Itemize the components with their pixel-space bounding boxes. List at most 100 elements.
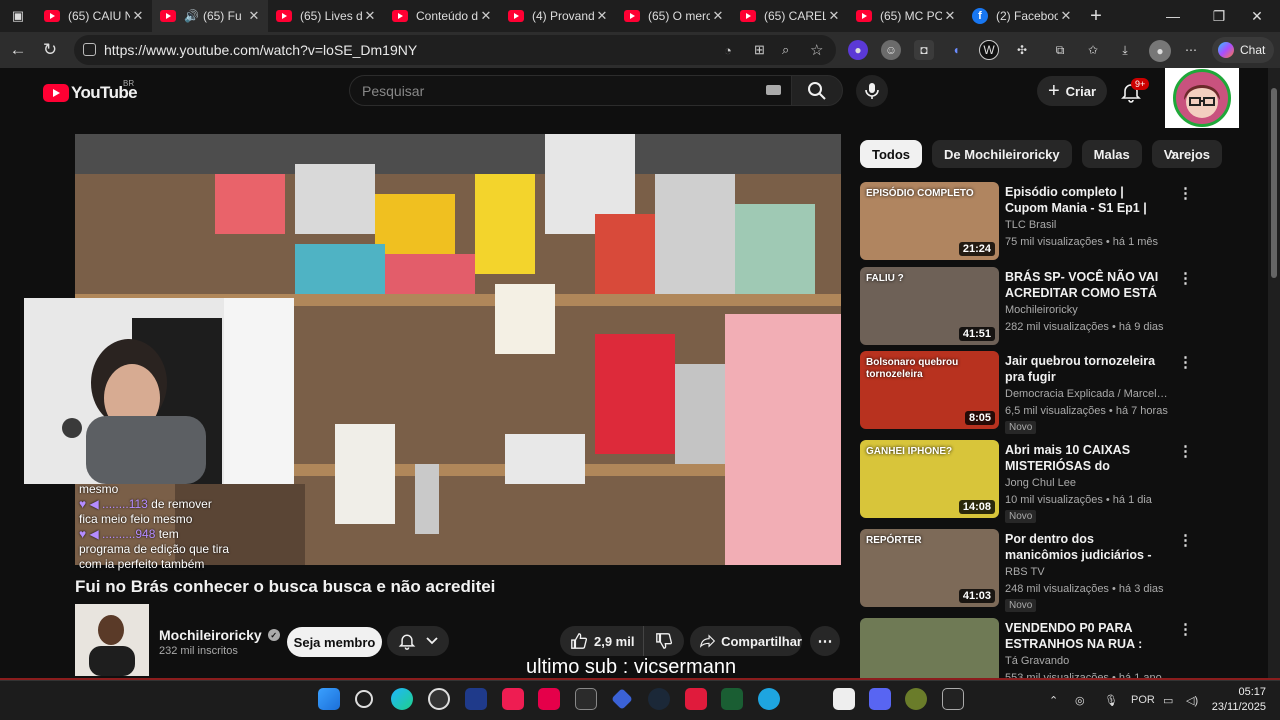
search-input[interactable]: Pesquisar [349, 75, 791, 106]
excel-icon[interactable] [721, 688, 743, 710]
filter-chip[interactable]: De Mochileiroricky [932, 140, 1072, 168]
close-tab-icon[interactable]: ✕ [478, 8, 494, 24]
recommended-video[interactable]: Bolsonaro quebrou tornozeleira 8:05 Jair q… [860, 351, 1193, 434]
browser-tab[interactable]: (4) Provand ✕ [500, 0, 616, 32]
recommended-channel[interactable]: TLC Brasil [1005, 219, 1170, 231]
kebab-menu-icon[interactable]: ⋮ [1178, 442, 1193, 460]
like-button[interactable]: 2,9 mil [560, 626, 644, 656]
capcut-icon[interactable] [833, 688, 855, 710]
system-clock[interactable]: 05:17 23/11/2025 [1210, 685, 1266, 715]
minimize-button[interactable]: — [1150, 0, 1196, 32]
close-window-button[interactable]: ✕ [1234, 0, 1280, 32]
recommended-channel[interactable]: RBS TV [1005, 566, 1170, 578]
recommended-channel[interactable]: Tá Gravando [1005, 655, 1170, 667]
site-info-icon[interactable] [83, 43, 96, 56]
search-button[interactable] [791, 75, 843, 106]
recommended-video-title[interactable]: Abri mais 10 CAIXAS MISTERIÓSAS do Shopp… [1005, 442, 1170, 474]
close-tab-icon[interactable]: ✕ [1058, 8, 1074, 24]
back-button[interactable]: ← [2, 34, 34, 66]
close-tab-icon[interactable]: ✕ [246, 8, 262, 24]
extensions-puzzle-icon[interactable]: ✣ [1012, 40, 1032, 60]
video-thumbnail[interactable]: REPÓRTER 41:03 [860, 529, 999, 607]
kebab-menu-icon[interactable]: ⋮ [1178, 353, 1193, 371]
youtube-music-icon[interactable] [685, 688, 707, 710]
recommended-video-title[interactable]: VENDENDO P0 PARA ESTRANHOS NA RUA : MAND… [1005, 620, 1170, 652]
recommended-video[interactable]: GANHEI IPHONE? 14:08 Abri mais 10 CAIXAS M… [860, 440, 1193, 523]
share-button[interactable]: Compartilhar [690, 626, 802, 656]
tiktok-icon[interactable] [502, 688, 524, 710]
recommended-video-title[interactable]: Por dentro dos manicômios judiciários - … [1005, 531, 1170, 563]
windows-start-icon[interactable] [318, 688, 340, 710]
join-membership-button[interactable]: Seja membro [287, 627, 382, 657]
app-c-icon[interactable] [758, 688, 780, 710]
more-menu-icon[interactable]: ⋯ [1181, 40, 1201, 60]
app-f-icon[interactable] [538, 688, 560, 710]
recommended-channel[interactable]: Jong Chul Lee [1005, 477, 1170, 489]
extension-ublock-icon[interactable]: ◘ [914, 40, 934, 60]
kebab-menu-icon[interactable]: ⋮ [1178, 184, 1193, 202]
recommended-video-title[interactable]: Jair quebrou tornozeleira pra fugir [1005, 353, 1170, 385]
recommended-video[interactable]: EPISÓDIO COMPLETO 21:24 Episódio completo … [860, 182, 1193, 262]
user-avatar[interactable] [1165, 68, 1239, 128]
kebab-menu-icon[interactable]: ⋮ [1178, 269, 1193, 287]
close-tab-icon[interactable]: ✕ [826, 8, 842, 24]
recommended-channel[interactable]: Mochileiroricky [1005, 304, 1170, 316]
scrollbar-thumb[interactable] [1271, 88, 1277, 278]
browser-tab[interactable]: (65) MC PO ✕ [848, 0, 964, 32]
browser-tab[interactable]: (65) CAIU NI ✕ [36, 0, 152, 32]
recommended-video-title[interactable]: Episódio completo | Cupom Mania - S1 Ep1… [1005, 184, 1170, 216]
tray-mic-icon[interactable]: 🎙 [1104, 694, 1118, 707]
recommended-video-title[interactable]: BRÁS SP- VOCÊ NÃO VAI ACREDITAR COMO EST… [1005, 269, 1170, 301]
chevron-right-icon[interactable]: › [1160, 140, 1186, 168]
filter-chip[interactable]: Todos [860, 140, 923, 168]
browser-tab[interactable]: (65) O merc ✕ [616, 0, 732, 32]
video-thumbnail[interactable]: Bolsonaro quebrou tornozeleira 8:05 [860, 351, 999, 429]
dislike-button[interactable] [644, 632, 684, 650]
close-tab-icon[interactable]: ✕ [942, 8, 958, 24]
video-thumbnail[interactable]: GANHEI IPHONE? 14:08 [860, 440, 999, 518]
subscription-bell-button[interactable] [387, 626, 449, 656]
app-green-icon[interactable] [905, 688, 927, 710]
create-button[interactable]: + Criar [1037, 76, 1107, 106]
youtube-logo[interactable]: YouTube BR [43, 79, 138, 103]
kebab-menu-icon[interactable]: ⋮ [1178, 620, 1193, 638]
channel-avatar[interactable] [75, 604, 149, 676]
browser-tab[interactable]: 🔊 (65) Fu ✕ [152, 0, 268, 32]
favorites-icon[interactable]: ✩ [1083, 40, 1103, 60]
recommended-channel[interactable]: Democracia Explicada / Marcelo Marcen... [1005, 388, 1170, 400]
close-tab-icon[interactable]: ✕ [710, 8, 726, 24]
apps-icon[interactable]: ⊞ [754, 42, 765, 58]
extension-w-icon[interactable]: W [979, 40, 999, 60]
new-tab-button[interactable]: + [1080, 0, 1112, 32]
split-screen-icon[interactable]: ⧉ [1050, 40, 1070, 60]
voice-search-button[interactable] [856, 75, 888, 107]
epic-games-icon[interactable] [942, 688, 964, 710]
zoom-icon[interactable]: ⌕ [782, 42, 789, 58]
tray-chevron-up-icon[interactable]: ⌃ [1049, 694, 1058, 707]
cast-icon[interactable]: ◔ [724, 43, 732, 58]
discord-icon[interactable] [869, 688, 891, 710]
close-tab-icon[interactable]: ✕ [362, 8, 378, 24]
edge-browser-icon[interactable] [391, 688, 413, 710]
video-thumbnail[interactable]: FALIU ? 41:51 [860, 267, 999, 345]
recommended-video[interactable]: REPÓRTER 41:03 Por dentro dos manicômios j… [860, 529, 1193, 612]
extension-face-icon[interactable]: ☺ [881, 40, 901, 60]
recommended-video[interactable]: FALIU ? 41:51 BRÁS SP- VOCÊ NÃO VAI ACREDI… [860, 267, 1193, 347]
premiere-icon[interactable] [465, 688, 487, 710]
audio-app-icon[interactable] [575, 688, 597, 710]
close-tab-icon[interactable]: ✕ [130, 8, 146, 24]
taskbar-search-icon[interactable] [355, 690, 373, 708]
keyboard-icon[interactable] [766, 85, 781, 95]
steam-icon[interactable] [648, 688, 670, 710]
profile-icon[interactable]: ● [1149, 40, 1171, 62]
tab-actions-icon[interactable]: ▣ [0, 0, 36, 32]
video-thumbnail[interactable]: EPISÓDIO COMPLETO 21:24 [860, 182, 999, 260]
downloads-icon[interactable]: ⤓ [1115, 40, 1135, 60]
url-bar[interactable]: https://www.youtube.com/watch?v=loSE_Dm1… [74, 35, 836, 65]
browser-tab[interactable]: (65) CAREL ✕ [732, 0, 848, 32]
filter-chip[interactable]: Malas [1081, 140, 1142, 168]
favorite-star-icon[interactable]: ☆ [810, 41, 823, 59]
page-scrollbar[interactable] [1268, 68, 1280, 680]
kebab-menu-icon[interactable]: ⋮ [1178, 531, 1193, 549]
channel-name[interactable]: Mochileiroricky ✓ [159, 627, 280, 643]
